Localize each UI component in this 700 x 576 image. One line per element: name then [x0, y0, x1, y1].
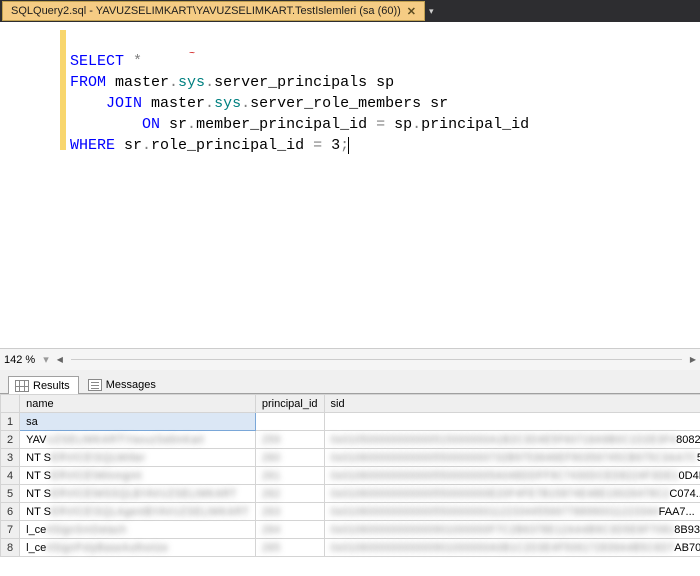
cell-sid[interactable]: 0x010600000000000550000000E20F4FE7B15874… [324, 485, 700, 503]
table-row[interactable]: 6NT SERVICE\SQLAgent$YAVUZSELIMKART2630x… [1, 503, 700, 521]
row-number[interactable]: 2 [1, 431, 20, 449]
grid-header-row: name principal_id sid type type_desc [1, 395, 700, 413]
tab-results[interactable]: Results [8, 376, 79, 394]
table-row[interactable]: 5NT SERVICE\MSSQL$YAVUZSELIMKART2620x010… [1, 485, 700, 503]
document-tab[interactable]: SQLQuery2.sql - YAVUZSELIMKART\YAVUZSELI… [2, 1, 425, 21]
scroll-right-icon[interactable]: ▶ [690, 355, 696, 364]
cell-name[interactable]: l_certSignPolyBaseAuthorize [20, 539, 256, 557]
squiggle-icon: ~ [189, 44, 195, 65]
zoom-dropdown-icon[interactable]: ▾ [43, 353, 49, 366]
cell-name[interactable]: YAVUZSELIMKART\YavuzSelimKart [20, 431, 256, 449]
cell-name[interactable]: NT SERVICE\MSSQL$YAVUZSELIMKART [20, 485, 256, 503]
row-number[interactable]: 4 [1, 467, 20, 485]
cell-name[interactable]: sa [20, 413, 256, 431]
grid-icon [15, 380, 29, 392]
cell-principal-id[interactable]: 263 [255, 503, 324, 521]
header-sid[interactable]: sid [324, 395, 700, 413]
sql-code[interactable]: SELECT *~ FROM master.sys.server_princip… [66, 30, 529, 348]
cell-principal-id[interactable] [255, 413, 324, 431]
cell-principal-id[interactable]: 260 [255, 449, 324, 467]
close-icon[interactable]: ✕ [407, 5, 416, 18]
document-tab-title: SQLQuery2.sql - YAVUZSELIMKART\YAVUZSELI… [11, 5, 401, 17]
table-row[interactable]: 2YAVUZSELIMKART\YavuzSelimKart2590x01050… [1, 431, 700, 449]
header-rownum[interactable] [1, 395, 20, 413]
sql-editor[interactable]: SELECT *~ FROM master.sys.server_princip… [0, 22, 700, 348]
cell-sid[interactable]: 0x010600000000000901000000F7C2B6378E12AA… [324, 521, 700, 539]
row-number[interactable]: 1 [1, 413, 20, 431]
horizontal-scrollbar[interactable] [71, 355, 682, 365]
cell-principal-id[interactable]: 264 [255, 521, 324, 539]
cell-principal-id[interactable]: 262 [255, 485, 324, 503]
row-number[interactable]: 5 [1, 485, 20, 503]
cell-sid[interactable]: 0x010500000000000515000000A1B2C3D4E5F607… [324, 431, 700, 449]
cell-sid[interactable]: 0x010600000000000550000000732B9753646EF9… [324, 449, 700, 467]
cell-name[interactable]: l_certSignSmDetach [20, 521, 256, 539]
cell-sid[interactable]: 0x010600000000000901000000A0B1C2D3E4F506… [324, 539, 700, 557]
text-cursor [348, 137, 349, 154]
cell-name[interactable]: NT SERVICE\SQLWriter [20, 449, 256, 467]
cell-name[interactable]: NT SERVICE\SQLAgent$YAVUZSELIMKART [20, 503, 256, 521]
results-grid[interactable]: name principal_id sid type type_desc 1sa… [0, 394, 700, 576]
table-row[interactable]: 7l_certSignSmDetach2640x0106000000000009… [1, 521, 700, 539]
tab-overflow-icon[interactable]: ▾ [429, 6, 434, 17]
zoom-bar: 142 % ▾ ◀ ▶ [0, 348, 700, 370]
tab-results-label: Results [33, 380, 70, 392]
header-principal-id[interactable]: principal_id [255, 395, 324, 413]
messages-icon [88, 379, 102, 391]
row-number[interactable]: 8 [1, 539, 20, 557]
cell-sid[interactable]: 0x0106000000000005500000005A048DDFF9C743… [324, 467, 700, 485]
zoom-level[interactable]: 142 % [4, 354, 35, 366]
cell-sid[interactable] [324, 413, 700, 431]
row-number[interactable]: 3 [1, 449, 20, 467]
header-name[interactable]: name [20, 395, 256, 413]
tab-messages-label: Messages [106, 379, 156, 391]
table-row[interactable]: 8l_certSignPolyBaseAuthorize2650x0106000… [1, 539, 700, 557]
table-row[interactable]: 3NT SERVICE\SQLWriter2600x01060000000000… [1, 449, 700, 467]
editor-margin [0, 30, 30, 348]
result-tab-strip: Results Messages [0, 370, 700, 394]
row-number[interactable]: 7 [1, 521, 20, 539]
cell-principal-id[interactable]: 265 [255, 539, 324, 557]
cell-name[interactable]: NT SERVICE\Winmgmt [20, 467, 256, 485]
tab-messages[interactable]: Messages [81, 375, 165, 393]
cell-sid[interactable]: 0x01060000000000055000000011223344556677… [324, 503, 700, 521]
document-tab-bar: SQLQuery2.sql - YAVUZSELIMKART\YAVUZSELI… [0, 0, 700, 22]
scroll-left-icon[interactable]: ◀ [57, 355, 63, 364]
table-row[interactable]: 4NT SERVICE\Winmgmt2610x0106000000000005… [1, 467, 700, 485]
cell-principal-id[interactable]: 261 [255, 467, 324, 485]
cell-principal-id[interactable]: 259 [255, 431, 324, 449]
row-number[interactable]: 6 [1, 503, 20, 521]
table-row[interactable]: 1saSSQL_LOGIN [1, 413, 700, 431]
